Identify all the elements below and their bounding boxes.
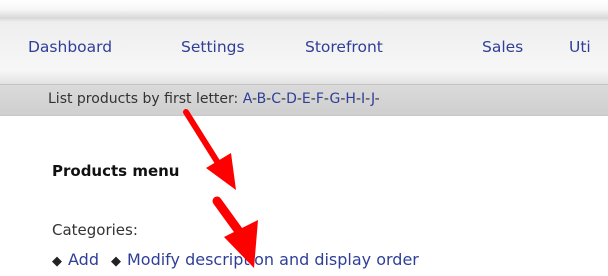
arrow-to-modify-link <box>212 196 258 268</box>
annotation-arrows <box>183 109 258 268</box>
arrow-to-products-menu <box>183 109 236 190</box>
